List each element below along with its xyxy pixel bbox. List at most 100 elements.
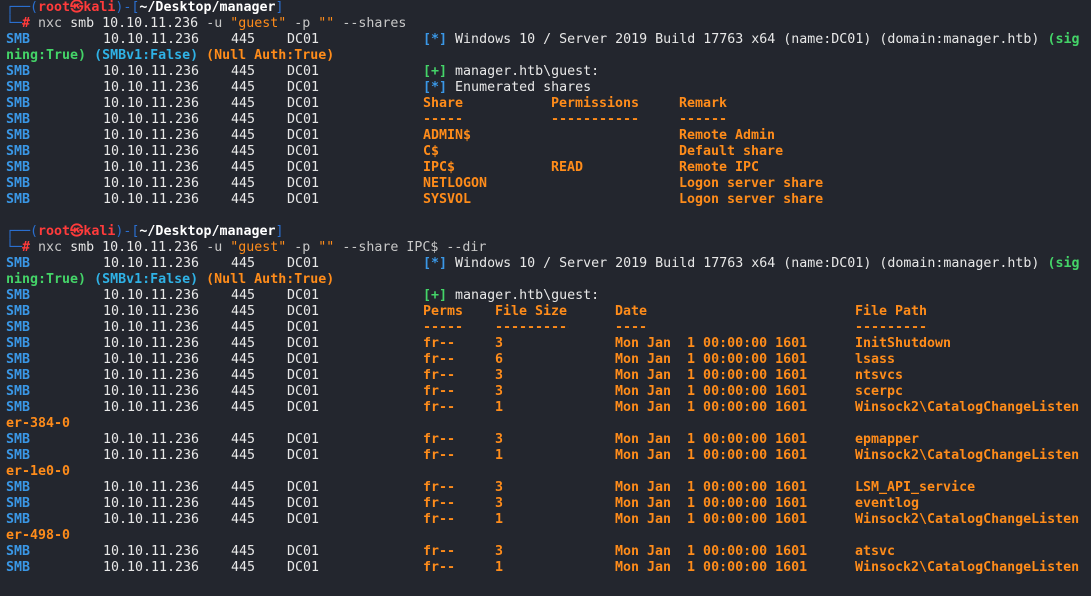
message-text: manager.htb\guest:	[455, 64, 600, 79]
command-token: nxc	[38, 16, 63, 31]
file-path: Winsock2\CatalogChangeListen	[855, 448, 1080, 463]
smb-hostname: DC01	[287, 368, 320, 383]
prompt-cwd: ~/Desktop/manager	[139, 0, 276, 15]
smb-ip: 10.10.11.236	[103, 400, 200, 415]
file-size: 1	[495, 512, 504, 527]
prompt-host: kali	[83, 0, 116, 15]
smb-protocol: SMB	[6, 32, 31, 47]
command-token: "guest"	[230, 240, 287, 255]
smb-protocol: SMB	[6, 96, 31, 111]
file-perms: fr--	[423, 368, 456, 383]
command-token: -u	[206, 240, 223, 255]
dir-underline-size: ---------	[495, 320, 568, 335]
smb-protocol: SMB	[6, 512, 31, 527]
smb-hostname: DC01	[287, 32, 320, 47]
command-token: --share IPC$ --dir	[334, 240, 487, 255]
smb-protocol: SMB	[6, 384, 31, 399]
command-token: smb 10.10.11.236	[62, 240, 207, 255]
smb-port: 445	[231, 288, 256, 303]
smb-protocol: SMB	[6, 256, 31, 271]
share-name: NETLOGON	[423, 176, 488, 191]
share-remark: Logon server share	[679, 192, 824, 207]
shares-col-share: Share	[423, 96, 464, 111]
shell-prompt: ┌──(root㉿kali)-[~/Desktop/manager]	[6, 0, 284, 16]
smb-port: 445	[231, 80, 256, 95]
file-perms: fr--	[423, 544, 456, 559]
smb-ip: 10.10.11.236	[103, 320, 200, 335]
file-path-wrap: er-1e0-0	[6, 464, 1091, 480]
dir-col-date: Date	[615, 304, 648, 319]
smb-protocol: SMB	[6, 304, 31, 319]
dir-underline-perms: -----	[423, 320, 464, 335]
smb-ip: 10.10.11.236	[103, 496, 200, 511]
share-row: SMB 10.10.11.236 445 DC01 C$ Default share	[6, 144, 1091, 160]
info-text-signing: (sig	[1047, 256, 1080, 271]
smb-protocol: SMB	[6, 112, 31, 127]
smb-hostname: DC01	[287, 144, 320, 159]
prompt-frame-mid: )-[	[115, 0, 140, 15]
smb-ip: 10.10.11.236	[103, 480, 200, 495]
file-path-continuation: er-1e0-0	[6, 464, 71, 479]
dir-underline-date: ----	[615, 320, 648, 335]
command-input[interactable]: └─# nxc smb 10.10.11.236 -u "guest" -p "…	[6, 16, 406, 32]
smb-hostname: DC01	[287, 560, 320, 575]
file-row: SMB 10.10.11.236 445 DC01 fr-- 1 Mon Jan 1 00:…	[6, 560, 1091, 576]
message-tag: [+]	[423, 64, 448, 79]
terminal-window[interactable]: ┌──(root㉿kali)-[~/Desktop/manager] └─# nx…	[6, 0, 1091, 596]
smb-hostname: DC01	[287, 160, 320, 175]
share-name: C$	[423, 144, 440, 159]
share-permissions: READ	[551, 160, 584, 175]
info-wrap: ning:True) (SMBv1:False) (Null Auth:True…	[6, 272, 334, 288]
file-perms: fr--	[423, 352, 456, 367]
command-token: nxc	[38, 240, 63, 255]
smb-protocol: SMB	[6, 128, 31, 143]
file-size: 1	[495, 448, 504, 463]
prompt-header: ┌──(root㉿kali)-[~/Desktop/manager]	[6, 0, 1091, 16]
smb-protocol: SMB	[6, 560, 31, 575]
file-date: Mon Jan 1 00:00:00 1601	[615, 496, 808, 511]
smb-hostname: DC01	[287, 496, 320, 511]
file-path: ntsvcs	[855, 368, 904, 383]
smb-ip: 10.10.11.236	[103, 80, 200, 95]
smb-protocol: SMB	[6, 352, 31, 367]
file-perms: fr--	[423, 336, 456, 351]
signing-status: ning:True)	[6, 48, 87, 63]
smb-ip: 10.10.11.236	[103, 544, 200, 559]
smb-ip: 10.10.11.236	[103, 64, 200, 79]
smb-port: 445	[231, 368, 256, 383]
command-token: "guest"	[230, 16, 287, 31]
smb-hostname: DC01	[287, 400, 320, 415]
file-perms: fr--	[423, 432, 456, 447]
smb-ip: 10.10.11.236	[103, 304, 200, 319]
share-row: SMB 10.10.11.236 445 DC01 SYSVOL Logon server…	[6, 192, 1091, 208]
smb-port: 445	[231, 512, 256, 527]
smb-protocol: SMB	[6, 320, 31, 335]
smb-protocol: SMB	[6, 400, 31, 415]
os-info-message: [*] Windows 10 / Server 2019 Build 17763…	[423, 32, 1079, 48]
smb-hostname: DC01	[287, 128, 320, 143]
smb-info-line: SMB 10.10.11.236 445 DC01 [*] Windows 10 / S…	[6, 32, 1091, 48]
smb-port: 445	[231, 176, 256, 191]
prompt-at-icon: ㉿	[70, 224, 84, 239]
command-token: ""	[318, 240, 335, 255]
dir-col-perms: Perms	[423, 304, 464, 319]
file-perms: fr--	[423, 448, 456, 463]
command-input[interactable]: └─# nxc smb 10.10.11.236 -u "guest" -p "…	[6, 240, 486, 256]
smb-ip: 10.10.11.236	[103, 256, 200, 271]
smb-ip: 10.10.11.236	[103, 32, 200, 47]
smb-ip: 10.10.11.236	[103, 512, 200, 527]
file-path: lsass	[855, 352, 896, 367]
command-line: └─# nxc smb 10.10.11.236 -u "guest" -p "…	[6, 240, 1091, 256]
smb-message-line: SMB 10.10.11.236 445 DC01 [+] manager.htb\gu…	[6, 288, 1091, 304]
smb-port: 445	[231, 352, 256, 367]
prompt-user: root	[38, 0, 71, 15]
smb-port: 445	[231, 128, 256, 143]
share-row: SMB 10.10.11.236 445 DC01 NETLOGON Logon serv…	[6, 176, 1091, 192]
os-info-message: [*] Windows 10 / Server 2019 Build 17763…	[423, 256, 1079, 272]
smb-port: 445	[231, 384, 256, 399]
